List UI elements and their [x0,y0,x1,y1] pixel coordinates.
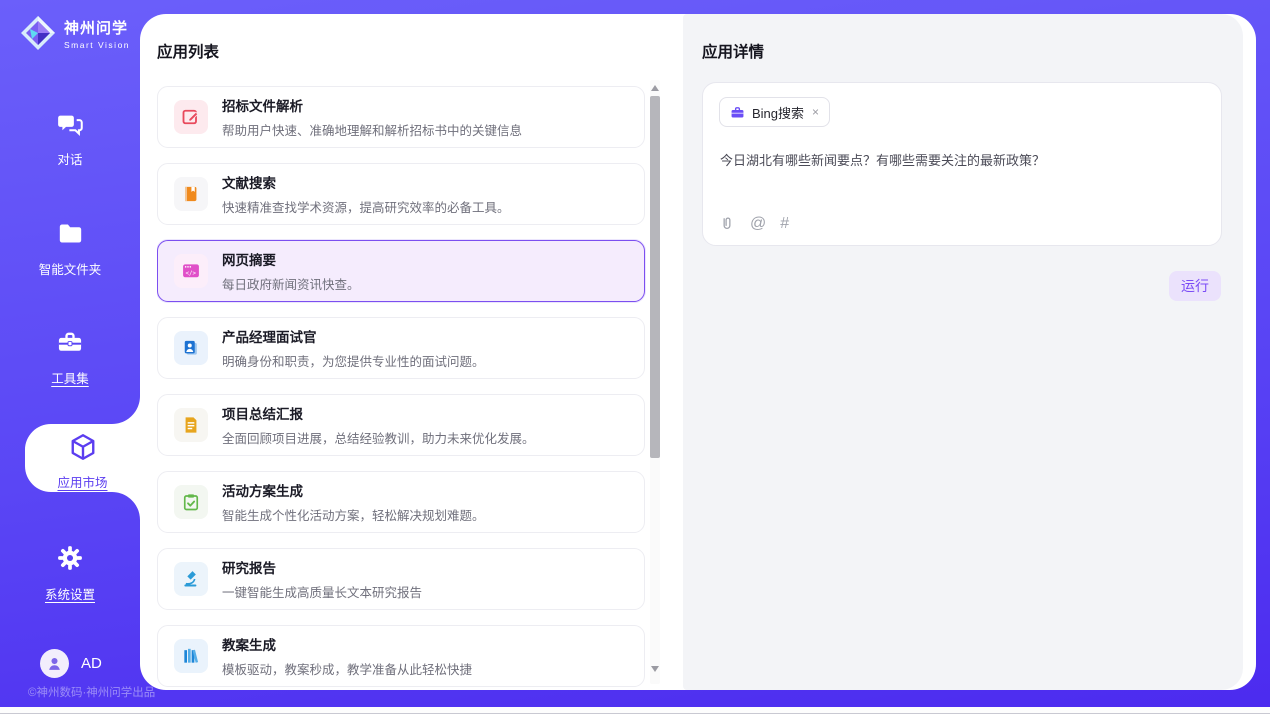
app-card-desc: 每日政府新闻资讯快查。 [222,274,360,293]
edit-doc-icon [181,107,201,127]
report-doc-icon [181,415,201,435]
bottom-strip [0,707,1270,714]
clipboard-check-icon [181,492,201,512]
sidebar-item-smart-folder[interactable]: 智能文件夹 [0,220,140,278]
query-input[interactable]: 今日湖北有哪些新闻要点？有哪些需要关注的最新政策？ [720,151,1200,171]
browser-code-icon: </> [181,261,201,281]
sidebar-item-toolset[interactable]: 工具集 [0,328,140,387]
app-window: 神州问学 Smart Vision 对话 智能文件夹 [0,0,1270,714]
app-card-title: 文献搜索 [222,172,510,192]
tool-tag-label: Bing搜索 [752,103,804,122]
app-detail-title: 应用详情 [702,40,764,62]
svg-text:</>: </> [186,271,197,277]
app-card-title: 网页摘要 [222,249,360,269]
brand-logo: 神州问学 Smart Vision [20,15,130,51]
app-card-title: 招标文件解析 [222,95,522,115]
sidebar-item-label: 对话 [0,149,140,168]
app-list: 招标文件解析 帮助用户快速、准确地理解和解析招标书中的关键信息 文献搜索 快速精… [157,78,647,689]
user-initials: AD [81,655,102,672]
app-list-title: 应用列表 [157,40,219,62]
diamond-logo-icon [20,15,56,51]
app-card-desc: 全面回顾项目进展，总结经验教训，助力未来优化发展。 [222,428,535,447]
app-card-title: 项目总结汇报 [222,403,535,423]
tool-tag-close-icon[interactable]: × [812,105,819,119]
scroll-up-arrow-icon[interactable] [651,85,659,91]
app-card-desc: 一键智能生成高质量长文本研究报告 [222,582,422,601]
brand-name: 神州问学 [64,17,130,38]
app-card-desc: 帮助用户快速、准确地理解和解析招标书中的关键信息 [222,120,522,139]
app-card-title: 活动方案生成 [222,480,485,500]
paperclip-icon[interactable] [718,215,736,233]
app-card-pm-interviewer[interactable]: 产品经理面试官 明确身份和职责，为您提供专业性的面试问题。 [157,317,645,379]
app-card-bid-parse[interactable]: 招标文件解析 帮助用户快速、准确地理解和解析招标书中的关键信息 [157,86,645,148]
briefcase-icon [730,105,745,120]
sidebar-item-label: 应用市场 [25,472,140,491]
app-card-research-report[interactable]: 研究报告 一键智能生成高质量长文本研究报告 [157,548,645,610]
app-card-event-plan[interactable]: 活动方案生成 智能生成个性化活动方案，轻松解决规划难题。 [157,471,645,533]
folder-icon [57,220,84,247]
toolbox-icon [56,328,84,356]
app-card-project-summary[interactable]: 项目总结汇报 全面回顾项目进展，总结经验教训，助力未来优化发展。 [157,394,645,456]
brand-tagline: Smart Vision [64,40,130,50]
sidebar-item-app-market[interactable]: 应用市场 [25,424,140,492]
sidebar-item-label: 智能文件夹 [0,259,140,278]
hash-icon[interactable]: # [780,216,789,232]
microscope-icon [181,569,201,589]
app-card-web-summary[interactable]: </> 网页摘要 每日政府新闻资讯快查。 [157,240,645,302]
app-card-title: 教案生成 [222,634,472,654]
mention-at-icon[interactable]: @ [750,216,766,232]
person-icon [46,655,63,672]
app-card-desc: 智能生成个性化活动方案，轻松解决规划难题。 [222,505,485,524]
app-card-desc: 明确身份和职责，为您提供专业性的面试问题。 [222,351,485,370]
sidebar-item-settings[interactable]: 系统设置 [0,544,140,603]
interview-icon [181,338,201,358]
avatar [40,649,69,678]
tool-tag-bing-search[interactable]: Bing搜索 × [719,97,830,127]
scroll-down-arrow-icon[interactable] [651,666,659,672]
input-toolbar: @ # [718,215,789,233]
list-scrollbar-thumb[interactable] [650,96,660,458]
sidebar: 神州问学 Smart Vision 对话 智能文件夹 [0,0,140,707]
cube-icon [68,432,98,462]
gear-icon [56,544,84,572]
app-card-title: 产品经理面试官 [222,326,485,346]
prompt-card: Bing搜索 × 今日湖北有哪些新闻要点？有哪些需要关注的最新政策？ @ # [702,82,1222,246]
app-card-desc: 模板驱动，教案秒成，教学准备从此轻松快捷 [222,659,472,678]
sidebar-item-label: 系统设置 [0,584,140,603]
books-icon [181,646,201,666]
copyright-text: ©神州数码·神州问学出品 [28,684,155,700]
sidebar-item-chat[interactable]: 对话 [0,110,140,168]
chat-icon [57,110,84,137]
run-button[interactable]: 运行 [1169,271,1221,301]
book-icon [181,184,201,204]
app-card-lesson-plan[interactable]: 教案生成 模板驱动，教案秒成，教学准备从此轻松快捷 [157,625,645,687]
app-card-title: 研究报告 [222,557,422,577]
app-card-desc: 快速精准查找学术资源，提高研究效率的必备工具。 [222,197,510,216]
app-card-literature-search[interactable]: 文献搜索 快速精准查找学术资源，提高研究效率的必备工具。 [157,163,645,225]
sidebar-item-label: 工具集 [0,368,140,387]
user-account[interactable]: AD [40,649,102,678]
